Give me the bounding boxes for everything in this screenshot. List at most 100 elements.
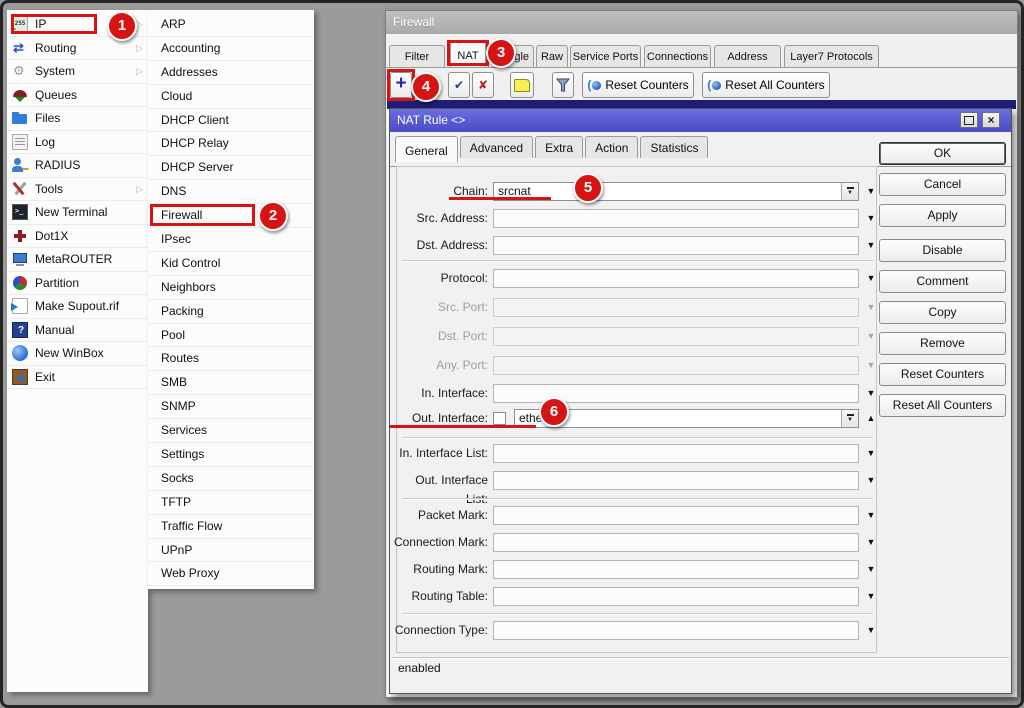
submenu-item-cloud[interactable]: Cloud (148, 85, 314, 109)
field-input-src-port[interactable] (493, 298, 859, 317)
disable-button[interactable]: Disable (879, 239, 1006, 262)
field-input-connection-type[interactable] (493, 621, 859, 640)
reset-counters-toolbar-button[interactable]: ( Reset Counters (582, 72, 694, 98)
dropdown-arrow-button[interactable]: ▼ (864, 298, 878, 317)
submenu-item-dhcp-relay[interactable]: DHCP Relay (148, 132, 314, 156)
dialog-tab-advanced[interactable]: Advanced (460, 136, 533, 158)
field-input-routing-table[interactable] (493, 587, 859, 606)
submenu-item-traffic-flow[interactable]: Traffic Flow (148, 515, 314, 539)
sidebar-item-tools[interactable]: Tools▷ (7, 178, 148, 202)
field-input-chain[interactable]: srcnat▼ (493, 182, 859, 201)
tab-address-lists[interactable]: Address Lists (714, 45, 781, 67)
tab-connections[interactable]: Connections (644, 45, 711, 67)
submenu-item-upnp[interactable]: UPnP (148, 539, 314, 563)
cancel-button[interactable]: Cancel (879, 173, 1006, 196)
submenu-item-dhcp-server[interactable]: DHCP Server (148, 156, 314, 180)
submenu-item-dns[interactable]: DNS (148, 180, 314, 204)
close-button[interactable]: × (982, 112, 1000, 128)
sidebar-item-queues[interactable]: Queues (7, 84, 148, 108)
field-input-out-interface[interactable]: ether1▼ (514, 409, 859, 428)
field-input-in-interface[interactable] (493, 384, 859, 403)
sidebar-item-new-winbox[interactable]: New WinBox (7, 342, 148, 366)
submenu-item-dhcp-client[interactable]: DHCP Client (148, 109, 314, 133)
copy-button[interactable]: Copy (879, 301, 1006, 324)
sidebar-item-log[interactable]: Log (7, 131, 148, 155)
submenu-item-web-proxy[interactable]: Web Proxy (148, 562, 314, 586)
field-input-connection-mark[interactable] (493, 533, 859, 552)
submenu-item-smb[interactable]: SMB (148, 371, 314, 395)
dropdown-arrow-button[interactable]: ▼ (864, 533, 878, 552)
add-rule-button[interactable]: + (390, 72, 412, 98)
submenu-item-tftp[interactable]: TFTP (148, 491, 314, 515)
out-interface-checkbox[interactable] (493, 412, 506, 425)
tab-raw[interactable]: Raw (536, 45, 568, 67)
reset-all-counters-button[interactable]: Reset All Counters (879, 394, 1006, 417)
submenu-item-routes[interactable]: Routes (148, 347, 314, 371)
dropdown-arrow-button[interactable]: ▼ (864, 621, 878, 640)
comment-button[interactable]: Comment (879, 270, 1006, 293)
dropdown-arrow-button[interactable]: ▼ (864, 209, 878, 228)
submenu-item-arp[interactable]: ARP (148, 13, 314, 37)
dropdown-arrow-button[interactable]: ▼ (864, 471, 878, 490)
dialog-tab-action[interactable]: Action (585, 136, 638, 158)
nat-dialog-titlebar[interactable]: NAT Rule <> (390, 109, 1011, 132)
sidebar-item-routing[interactable]: Routing▷ (7, 37, 148, 61)
tab-mangle[interactable]: Mangle (488, 45, 534, 67)
sidebar-item-system[interactable]: System▷ (7, 60, 148, 84)
dropdown-arrow-button[interactable]: ▼ (864, 327, 878, 346)
field-input-dst-address[interactable] (493, 236, 859, 255)
submenu-item-snmp[interactable]: SNMP (148, 395, 314, 419)
submenu-item-pool[interactable]: Pool (148, 324, 314, 348)
sidebar-item-ip[interactable]: IP▷1 (7, 13, 148, 37)
apply-button[interactable]: Apply (879, 204, 1006, 227)
combo-dropdown-button[interactable]: ▼ (841, 410, 858, 427)
field-input-packet-mark[interactable] (493, 506, 859, 525)
dropdown-arrow-button[interactable]: ▼ (864, 444, 878, 463)
dropdown-arrow-button[interactable]: ▼ (864, 269, 878, 288)
submenu-item-kid-control[interactable]: Kid Control (148, 252, 314, 276)
dropdown-arrow-button[interactable]: ▼ (864, 560, 878, 579)
sidebar-item-exit[interactable]: Exit (7, 366, 148, 390)
submenu-item-ipsec[interactable]: IPsec (148, 228, 314, 252)
sidebar-item-dot1x[interactable]: Dot1X (7, 225, 148, 249)
dropdown-arrow-button[interactable]: ▼ (864, 587, 878, 606)
disable-rule-button[interactable]: ✘ (472, 72, 494, 98)
submenu-item-services[interactable]: Services (148, 419, 314, 443)
submenu-item-accounting[interactable]: Accounting (148, 37, 314, 61)
sidebar-item-make-supout-rif[interactable]: Make Supout.rif (7, 295, 148, 319)
dropdown-arrow-button[interactable]: ▼ (864, 182, 878, 201)
dialog-tab-statistics[interactable]: Statistics (640, 136, 708, 158)
sidebar-item-new-terminal[interactable]: New Terminal (7, 201, 148, 225)
sidebar-item-metarouter[interactable]: MetaROUTER (7, 248, 148, 272)
field-input-any-port[interactable] (493, 356, 859, 375)
field-input-routing-mark[interactable] (493, 560, 859, 579)
firewall-window-titlebar[interactable]: Firewall (386, 11, 1017, 34)
reset-counters-button[interactable]: Reset Counters (879, 363, 1006, 386)
dialog-tab-extra[interactable]: Extra (535, 136, 583, 158)
sidebar-item-radius[interactable]: RADIUS (7, 154, 148, 178)
field-input-src-address[interactable] (493, 209, 859, 228)
tab-layer7-protocols[interactable]: Layer7 Protocols (784, 45, 879, 67)
dropdown-arrow-button[interactable]: ▼ (864, 384, 878, 403)
dropdown-arrow-button[interactable]: ▲ (864, 409, 878, 428)
remove-button[interactable]: Remove (879, 332, 1006, 355)
field-input-out-interface-list[interactable] (493, 471, 859, 490)
dropdown-arrow-button[interactable]: ▼ (864, 506, 878, 525)
field-input-in-interface-list[interactable] (493, 444, 859, 463)
ok-button[interactable]: OK (879, 142, 1006, 165)
combo-dropdown-button[interactable]: ▼ (841, 183, 858, 200)
submenu-item-firewall[interactable]: Firewall2 (148, 204, 314, 228)
tab-service-ports[interactable]: Service Ports (570, 45, 641, 67)
sidebar-item-manual[interactable]: Manual (7, 319, 148, 343)
field-input-protocol[interactable] (493, 269, 859, 288)
comment-button[interactable] (510, 72, 534, 98)
submenu-item-packing[interactable]: Packing (148, 300, 314, 324)
enable-rule-button[interactable]: ✔ (448, 72, 470, 98)
dropdown-arrow-button[interactable]: ▼ (864, 356, 878, 375)
submenu-item-addresses[interactable]: Addresses (148, 61, 314, 85)
submenu-item-settings[interactable]: Settings (148, 443, 314, 467)
dialog-tab-general[interactable]: General (395, 136, 458, 162)
submenu-item-socks[interactable]: Socks (148, 467, 314, 491)
maximize-button[interactable] (960, 112, 978, 128)
sidebar-item-files[interactable]: Files (7, 107, 148, 131)
